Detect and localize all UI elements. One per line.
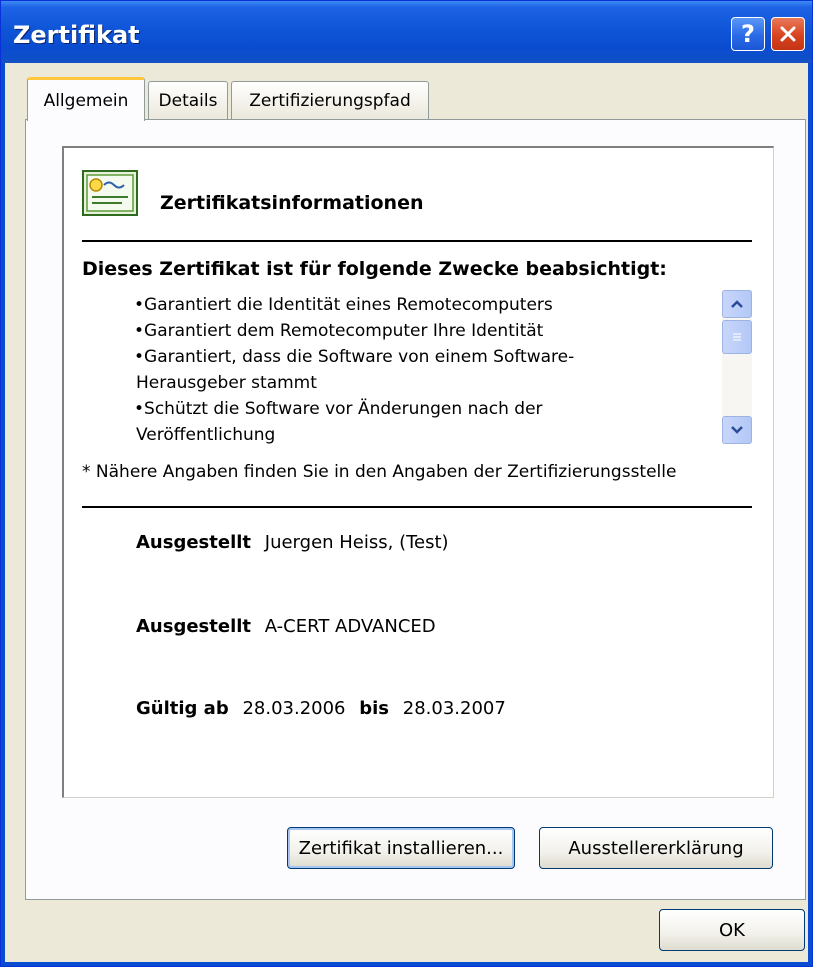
window-frame-right <box>808 63 812 966</box>
tab-allgemein[interactable]: Allgemein <box>27 77 145 121</box>
help-button[interactable]: ? <box>731 17 765 51</box>
list-item: Veröffentlichung <box>136 425 276 445</box>
chevron-up-icon <box>731 300 743 308</box>
scroll-down-button[interactable] <box>722 416 752 444</box>
issued-by-value: A-CERT ADVANCED <box>264 616 436 637</box>
certificate-info-box: Zertifikatsinformationen Dieses Zertifik… <box>62 146 774 798</box>
tab-panel-general: Zertifikatsinformationen Dieses Zertifik… <box>25 119 806 900</box>
certificate-dialog: Zertifikat ? Allgemein Details Zertifizi… <box>0 0 813 967</box>
issued-to-row: Ausgestellt Juergen Heiss, (Test) <box>136 532 449 553</box>
divider <box>82 506 752 508</box>
tab-label: Details <box>158 90 218 111</box>
issuer-statement-button[interactable]: Ausstellererklärung <box>539 827 773 869</box>
window-frame-bottom <box>1 962 812 966</box>
tab-zertifizierungspfad[interactable]: Zertifizierungspfad <box>231 81 429 119</box>
tab-label: Allgemein <box>43 90 129 111</box>
purpose-scrollbar[interactable] <box>722 290 752 444</box>
divider <box>82 240 752 242</box>
list-item: •Schützt die Software vor Änderungen nac… <box>134 399 543 419</box>
issued-by-label: Ausgestellt <box>136 616 252 637</box>
close-icon <box>780 26 796 42</box>
chevron-down-icon <box>731 426 743 434</box>
valid-from-label: Gültig ab <box>136 698 229 719</box>
issued-to-value: Juergen Heiss, (Test) <box>264 532 449 553</box>
certificate-icon <box>82 170 138 216</box>
purpose-heading: Dieses Zertifikat ist für folgende Zweck… <box>82 258 667 280</box>
window-frame-left <box>1 63 5 966</box>
valid-to-value: 28.03.2007 <box>402 698 506 719</box>
scroll-up-button[interactable] <box>722 290 752 318</box>
certificate-heading: Zertifikatsinformationen <box>160 192 424 214</box>
issued-to-label: Ausgestellt <box>136 532 252 553</box>
title-bar[interactable]: Zertifikat ? <box>1 1 812 63</box>
list-item: •Garantiert dem Remotecomputer Ihre Iden… <box>134 321 544 341</box>
valid-to-label: bis <box>359 698 390 719</box>
list-item: •Garantiert die Identität eines Remoteco… <box>134 295 553 315</box>
install-certificate-button[interactable]: Zertifikat installieren... <box>287 827 515 869</box>
list-item: Herausgeber stammt <box>136 373 317 393</box>
tab-label: Zertifizierungspfad <box>249 90 411 111</box>
valid-from-value: 28.03.2006 <box>242 698 346 719</box>
scroll-thumb[interactable] <box>722 320 752 354</box>
footnote: * Nähere Angaben finden Sie in den Angab… <box>82 462 677 482</box>
window-title: Zertifikat <box>13 21 140 49</box>
help-icon: ? <box>741 20 755 48</box>
purpose-list: •Garantiert die Identität eines Remoteco… <box>134 292 716 448</box>
list-item: •Garantiert, dass die Software von einem… <box>134 347 575 367</box>
close-button[interactable] <box>771 17 805 51</box>
grip-icon <box>733 333 741 341</box>
ok-button[interactable]: OK <box>659 909 805 951</box>
validity-row: Gültig ab 28.03.2006 bis 28.03.2007 <box>136 698 506 719</box>
tab-details[interactable]: Details <box>148 81 228 119</box>
issued-by-row: Ausgestellt A-CERT ADVANCED <box>136 616 436 637</box>
